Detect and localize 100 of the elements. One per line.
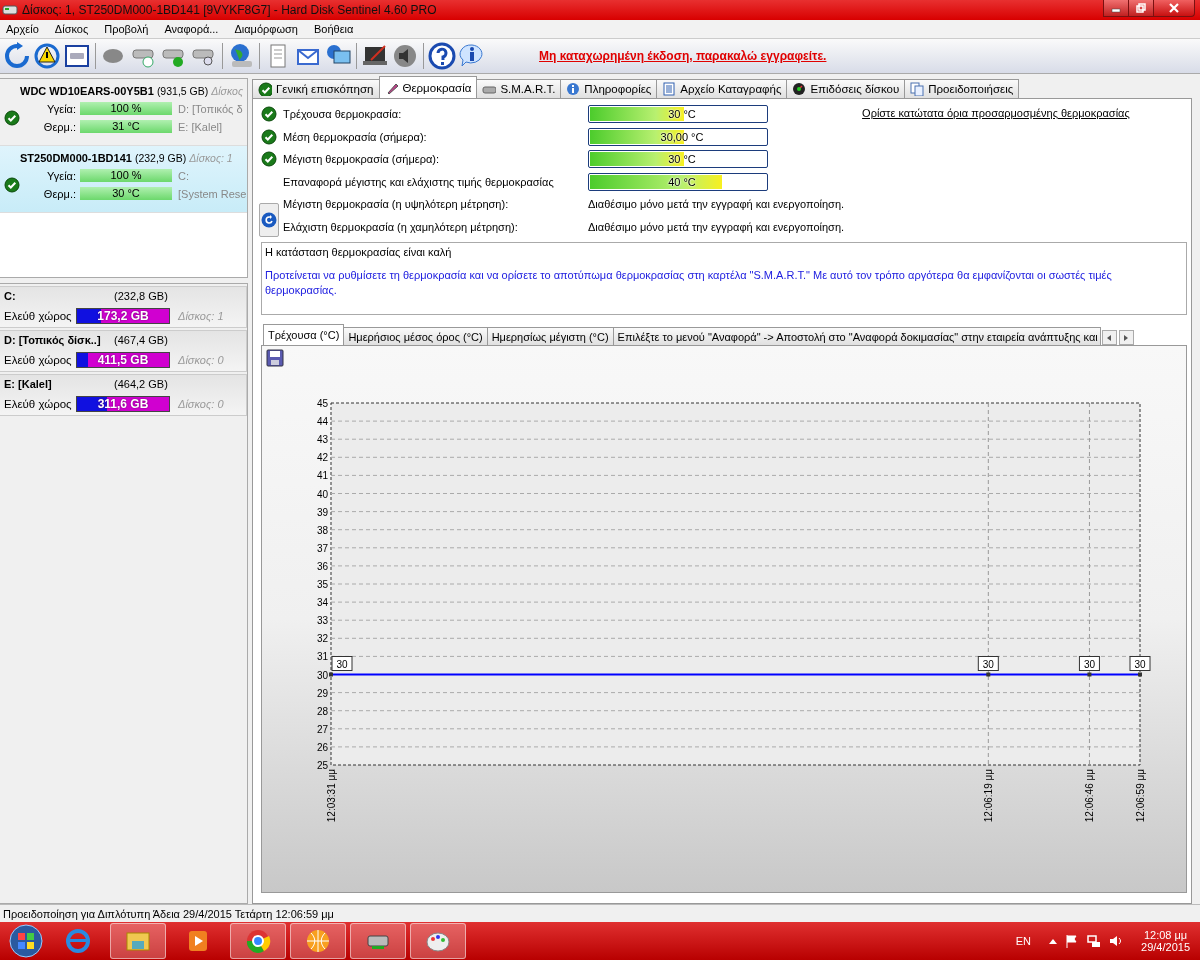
volume-size: (467,4 GB): [114, 334, 168, 346]
axis-tick-label: 41: [316, 470, 328, 482]
menu-item[interactable]: Προβολή: [100, 23, 161, 35]
menu-item[interactable]: Διαμόρφωση: [230, 23, 310, 35]
reset-icon[interactable]: [261, 212, 277, 228]
data-label: 30: [1134, 658, 1146, 670]
disk-name: WDC WD10EARS-00Y5B1: [20, 85, 154, 97]
axis-tick-label: 30: [316, 669, 328, 681]
status-bar-text: Προειδοποίηση για Διπλότυπη Άδεια 29/4/2015 Τετάρτη 12:06:59 μμ: [0, 904, 1200, 922]
tab[interactable]: Θερμοκρασία: [378, 76, 478, 98]
refresh-icon[interactable]: [3, 42, 31, 70]
partition-label: D: [Τοπικός δ: [178, 102, 243, 115]
field-label: Υγεία:: [45, 102, 76, 115]
chart-tab[interactable]: Επιλέξτε το μενού "Αναφορά" -> Αποστολή στο "Αναφορά δοκιμασίας" στην εταιρεία ανάπτυξης και: [612, 327, 1101, 345]
help-icon[interactable]: [428, 42, 456, 70]
field-label: Μέση θερμοκρασία (σήμερα):: [283, 130, 428, 143]
axis-tick-label: 43: [316, 434, 328, 446]
data-label: 30: [331, 656, 353, 671]
disk-name: ST250DM000-1BD141: [20, 152, 132, 164]
info-icon: [566, 82, 581, 96]
data-label: 30: [982, 658, 995, 670]
language-indicator[interactable]: EN: [1015, 935, 1032, 947]
disk-number: Δίσκος: [211, 85, 243, 97]
advice-text: Προτείνεται να ρυθμίσετε τη θερμοκρασία και να ορίσετε το αποτύπωμα θερμοκρασίας στη καρτέλα "S.M.A.R.T." Με αυτό τον τρόπο αργότερα θα εμφανίζονται οι σωστές τιμές θερμοκρασίας.: [265, 268, 1113, 298]
tab[interactable]: Επιδόσεις δίσκου: [786, 79, 906, 98]
maximize-button[interactable]: [1128, 0, 1154, 17]
gauge-icon: [792, 82, 807, 96]
axis-tick-label: 28: [316, 705, 328, 717]
axis-tick-label: 12:06:59 μμ: [1135, 769, 1146, 823]
tab[interactable]: S.M.A.R.T.: [476, 79, 562, 98]
clock-time[interactable]: 12:08 μμ: [1143, 929, 1188, 941]
volume-name: D: [Τοπικός δίσκ..]: [4, 334, 102, 346]
clock-date[interactable]: 29/4/2015: [1141, 941, 1190, 953]
axis-tick-label: 32: [316, 633, 328, 645]
restore-icon: [1136, 3, 1146, 13]
data-point: [329, 672, 333, 677]
temperature-limits-link[interactable]: Ορίστε κατώτατα όρια προσαρμοσμένης θερμοκρασίας: [862, 107, 1130, 238]
meter-bar: 100 %: [80, 169, 172, 182]
partition-label: [System Rese: [178, 187, 247, 200]
warning-icon[interactable]: [33, 42, 61, 70]
axis-tick-label: 31: [316, 651, 328, 663]
chart-tab[interactable]: Ημερήσιος μέσος όρος (°C): [343, 327, 488, 345]
disk-number: Δίσκος: 1: [178, 310, 224, 322]
menu-item[interactable]: Δίσκος: [50, 23, 101, 35]
axis-tick-label: 39: [316, 506, 328, 518]
save-icon[interactable]: [266, 349, 284, 367]
chart-tab[interactable]: Τρέχουσα (°C): [263, 324, 345, 345]
disk-item[interactable]: WDC WD10EARS-00Y5B1 (931,5 GB) Δίσκος Υγεία: 100 % D: [Τοπικός δ Θερμ.: 31 °C E: [Kalel]: [0, 79, 247, 146]
field-label: Μέγιστη θερμοκρασία (η υψηλότερη μέτρηση):: [283, 198, 510, 211]
axis-tick-label: 29: [316, 687, 328, 699]
app-icon: [2, 3, 18, 17]
axis-tick-label: 38: [316, 524, 328, 536]
axis-tick-label: 36: [316, 560, 328, 572]
tab[interactable]: Αρχείο Καταγραφής: [656, 79, 788, 98]
data-label: 30: [977, 656, 999, 671]
data-label: 30: [1078, 656, 1100, 671]
tray-arrow-icon[interactable]: [1049, 938, 1058, 944]
field-label: Ελεύθ χώρος: [4, 354, 73, 366]
temperature-bar: 40 °C: [588, 172, 768, 191]
menu-item[interactable]: Βοήθεια: [309, 23, 366, 35]
minimize-button[interactable]: [1103, 0, 1129, 17]
chart-tab[interactable]: Ημερησίως μέγιστη (°C): [486, 327, 614, 345]
axis-tick-label: 27: [316, 723, 328, 735]
chrome-icon[interactable]: [244, 927, 272, 955]
close-icon: [1168, 3, 1180, 13]
check-icon: [258, 82, 272, 96]
axis-tick-label: 12:06:46 μμ: [1084, 769, 1096, 823]
axis-tick-label: 12:03:31 μμ: [326, 769, 337, 823]
disk-number: Δίσκος: 0: [178, 398, 224, 410]
tab[interactable]: Προειδοποιήσεις: [904, 79, 1020, 98]
tab[interactable]: Πληροφορίες: [560, 79, 658, 98]
tab[interactable]: Γενική επισκόπηση: [252, 79, 380, 98]
scroll-left-icon[interactable]: [1105, 333, 1114, 342]
partition-label: C:: [178, 169, 189, 182]
volume-name: E: [Kalel]: [4, 378, 53, 390]
field-label: Ελεύθ χώρος: [4, 310, 73, 322]
field-value: Διαθέσιμο μόνο μετά την εγγραφή και ενεργοποίηση.: [588, 198, 845, 211]
register-link[interactable]: Μη καταχωρημένη έκδοση, παρακαλώ εγγραφείτε.: [539, 49, 827, 63]
volume-name: C:: [4, 290, 17, 302]
menu-item[interactable]: Αρχείο: [2, 23, 51, 35]
free-space-bar: 411,5 GB: [76, 352, 170, 368]
pages-icon: [910, 82, 925, 96]
partition-label: E: [Kalel]: [178, 120, 223, 133]
disk-size: (931,5 GB): [156, 85, 209, 97]
volume-icon[interactable]: [1109, 934, 1124, 948]
axis-tick-label: 12:06:19 μμ: [983, 769, 995, 823]
axis-tick-label: 45: [316, 398, 328, 409]
start-button[interactable]: [9, 924, 43, 958]
field-label: Υγεία:: [45, 169, 76, 182]
data-label: 30: [1129, 656, 1151, 671]
network-icon[interactable]: [1087, 934, 1102, 948]
speaker-icon[interactable]: [391, 42, 419, 70]
data-label: 30: [336, 658, 348, 670]
disk-item[interactable]: ST250DM000-1BD141 (232,9 GB) Δίσκος: 1 Υγεία: 100 % C: Θερμ.: 30 °C [System Rese: [0, 146, 247, 213]
menu-item[interactable]: Αναφορά...: [160, 23, 231, 35]
close-button[interactable]: [1153, 0, 1195, 17]
data-point: [1138, 672, 1142, 677]
temperature-bar: 30 °C: [588, 150, 768, 169]
flag-icon[interactable]: [1065, 934, 1080, 948]
axis-tick-label: 44: [316, 416, 328, 428]
